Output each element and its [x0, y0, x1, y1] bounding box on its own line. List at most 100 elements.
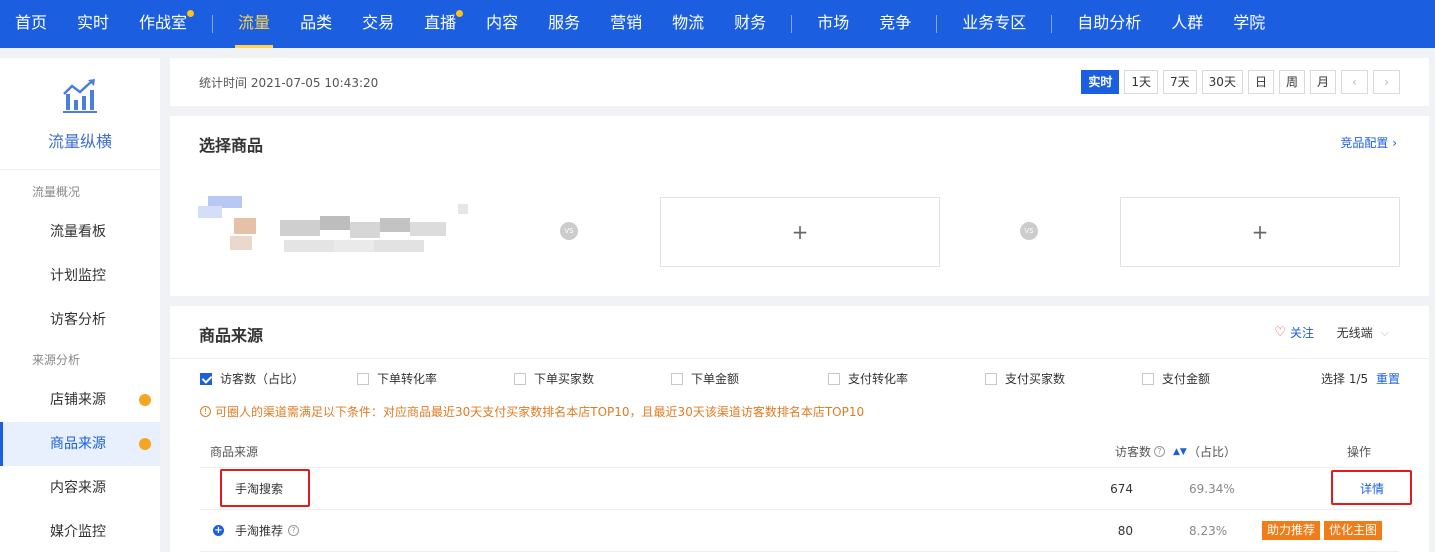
competitor-config-link[interactable]: 竞品配置 › [1340, 134, 1397, 151]
nav-item[interactable]: 竞争 [864, 0, 926, 48]
nav-item[interactable]: 首页 [0, 0, 62, 48]
metric-checkbox[interactable]: 支付转化率 [828, 370, 908, 387]
nav-item[interactable]: 财务 [719, 0, 781, 48]
nav-item[interactable]: 营销 [595, 0, 657, 48]
metric-checkbox[interactable]: 下单转化率 [357, 370, 437, 387]
help-icon[interactable]: ? [1154, 446, 1166, 457]
metric-checkbox[interactable]: 下单金额 [671, 370, 739, 387]
time-range-button[interactable]: 日 [1247, 70, 1274, 94]
expand-plus-icon[interactable]: + [213, 525, 224, 536]
row-source-name-cell[interactable]: + 手淘推荐 ? [213, 510, 300, 551]
nav-item[interactable]: 学院 [1218, 0, 1280, 48]
time-range-button[interactable]: 月 [1309, 70, 1336, 94]
checkbox-box[interactable] [671, 372, 683, 385]
vs-badge: VS [1020, 222, 1038, 240]
checkbox-box[interactable] [1142, 372, 1154, 385]
nav-item[interactable]: 市场 [802, 0, 864, 48]
nav-item[interactable]: 内容 [471, 0, 533, 48]
nav-item-label: 内容 [486, 13, 519, 32]
sidebar-item-label: 媒介监控 [50, 524, 106, 540]
col-ratio: （占比） [1188, 445, 1237, 459]
help-icon[interactable]: ? [288, 525, 300, 536]
checkbox-label: 支付转化率 [848, 372, 909, 386]
time-range-button[interactable]: 实时 [1081, 70, 1120, 94]
nav-item[interactable]: 品类 [285, 0, 347, 48]
sidebar-item[interactable]: 访客分析 [0, 298, 160, 342]
table-row: 手淘搜索 674 69.34% 详情 [200, 468, 1399, 510]
nav-item-label: 业务专区 [962, 13, 1027, 32]
nav-item[interactable]: 人群 [1156, 0, 1218, 48]
highlight-box [220, 469, 310, 507]
platform-value: 无线端 [1336, 326, 1373, 340]
product-thumbnail-blurred[interactable] [194, 192, 484, 274]
checkbox-box[interactable] [357, 372, 369, 385]
time-range-button[interactable]: 30天 [1201, 70, 1243, 94]
nav-item-label: 营销 [610, 13, 643, 32]
sidebar-item[interactable]: 内容来源 [0, 466, 160, 510]
nav-item[interactable]: 交易 [347, 0, 409, 48]
sidebar-item[interactable]: 店铺来源 [0, 378, 160, 422]
reset-link[interactable]: 重置 [1376, 372, 1400, 386]
nav-item[interactable]: 物流 [657, 0, 719, 48]
nav-item[interactable]: 实时 [62, 0, 124, 48]
nav-item-label: 首页 [15, 13, 48, 32]
nav-item-label: 自助分析 [1077, 13, 1142, 32]
nav-item[interactable]: 流量 [223, 0, 285, 48]
checkbox-label: 支付买家数 [1005, 372, 1066, 386]
checkbox-box[interactable] [200, 372, 212, 385]
time-range-button[interactable]: 7天 [1163, 70, 1197, 94]
checkbox-box[interactable] [514, 372, 526, 385]
time-range-button[interactable]: 1天 [1124, 70, 1159, 94]
nav-item-label: 服务 [548, 13, 581, 32]
sort-icon[interactable]: ▲▼ [1173, 447, 1187, 457]
nav-item[interactable]: 服务 [533, 0, 595, 48]
checkbox-box[interactable] [985, 372, 997, 385]
nav-item[interactable]: 自助分析 [1062, 0, 1156, 48]
sidebar-item[interactable]: 计划监控 [0, 254, 160, 298]
row-visitors: 674 [1110, 481, 1133, 496]
nav-separator [791, 15, 793, 33]
new-badge-dot [139, 438, 151, 450]
add-competitor-slot-1[interactable]: + [660, 197, 940, 267]
add-competitor-slot-2[interactable]: + [1120, 197, 1400, 267]
table-row: + 手淘推荐 ? 80 8.23% 助力推荐 优化主图 [200, 510, 1399, 552]
sidebar-item[interactable]: 流量看板 [0, 210, 160, 254]
info-icon: ! [200, 406, 211, 417]
nav-item[interactable]: 作战室 [124, 0, 202, 48]
chevron-right-icon[interactable]: › [1373, 70, 1400, 94]
checkbox-label: 支付金额 [1162, 372, 1211, 386]
metric-checkbox[interactable]: 下单买家数 [514, 370, 594, 387]
checkbox-label: 下单转化率 [377, 372, 438, 386]
boost-recommend-button[interactable]: 助力推荐 [1262, 521, 1321, 540]
plus-icon: + [791, 220, 809, 244]
nav-item-label: 市场 [817, 13, 850, 32]
nav-item-label: 品类 [300, 13, 333, 32]
metric-checkbox[interactable]: 支付金额 [1142, 370, 1210, 387]
nav-item[interactable]: 业务专区 [947, 0, 1041, 48]
checkbox-box[interactable] [828, 372, 840, 385]
sidebar-header[interactable]: 流量纵横 [0, 58, 160, 170]
checkbox-label: 访客数（占比） [220, 372, 305, 386]
sidebar-item[interactable]: 商品来源 [0, 422, 160, 466]
nav-item-label: 直播 [424, 13, 457, 32]
time-bar: 统计时间 2021-07-05 10:43:20 实时 1天 7天 30天日周月 ‹ › [170, 58, 1429, 106]
nav-item-label: 人群 [1171, 13, 1204, 32]
col-visitors-label: 访客数 [1115, 445, 1152, 459]
col-ops: 操作 [1347, 445, 1372, 459]
col-visitors[interactable]: 访客数 ? ▲▼ [1115, 436, 1187, 467]
chevron-left-icon[interactable]: ‹ [1341, 70, 1368, 94]
checkbox-label: 下单买家数 [534, 372, 595, 386]
metric-checkbox[interactable]: 访客数（占比） [200, 370, 304, 387]
platform-select[interactable]: 无线端 ⌵ [1337, 324, 1389, 341]
metric-checkbox[interactable]: 支付买家数 [985, 370, 1065, 387]
time-range-button[interactable]: 周 [1278, 70, 1305, 94]
optimize-main-image-button[interactable]: 优化主图 [1324, 521, 1383, 540]
stat-time: 统计时间 2021-07-05 10:43:20 [199, 75, 379, 90]
checkbox-label: 下单金额 [691, 372, 740, 386]
nav-item[interactable]: 直播 [409, 0, 471, 48]
follow-button[interactable]: ♡ 关注 [1274, 324, 1314, 341]
row-visitors: 80 [1117, 523, 1133, 538]
selection-count: 选择 1/5 重置 [1321, 370, 1400, 387]
notification-dot [456, 10, 464, 17]
sidebar-item[interactable]: 媒介监控 [0, 510, 160, 552]
